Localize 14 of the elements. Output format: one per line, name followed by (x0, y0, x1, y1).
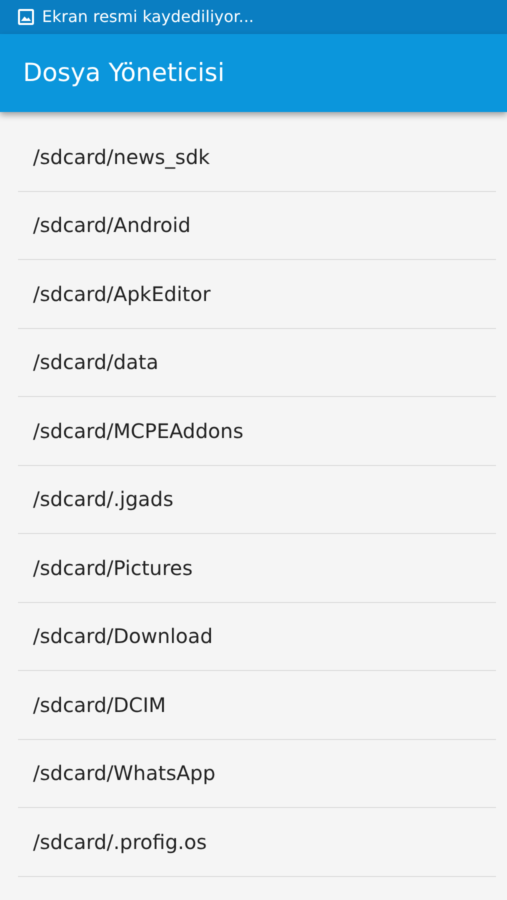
folder-item[interactable]: /sdcard/WhatsApp (18, 740, 496, 808)
folder-item[interactable]: /sdcard/Download (18, 602, 496, 671)
folder-item[interactable]: /sdcard/Android (18, 192, 496, 260)
folder-item[interactable]: /sdcard/data (18, 328, 496, 397)
folder-item[interactable]: /sdcard/DCIM (18, 671, 496, 740)
folder-item[interactable]: /sdcard/Pictures (18, 534, 496, 602)
folder-item[interactable]: /sdcard/.jgads (18, 466, 496, 534)
folder-item[interactable]: /sdcard/ApkEditor (18, 260, 496, 328)
folder-item[interactable]: /sdcard/news_sdk (18, 123, 496, 192)
folder-item[interactable]: /sdcard/.profig.os (18, 808, 496, 876)
image-icon (18, 9, 34, 25)
folder-item[interactable]: /sdcard/MCPEAddons (18, 397, 496, 466)
app-title: Dosya Yöneticisi (23, 57, 225, 90)
notification-text: Ekran resmi kaydediliyor... (42, 6, 254, 28)
